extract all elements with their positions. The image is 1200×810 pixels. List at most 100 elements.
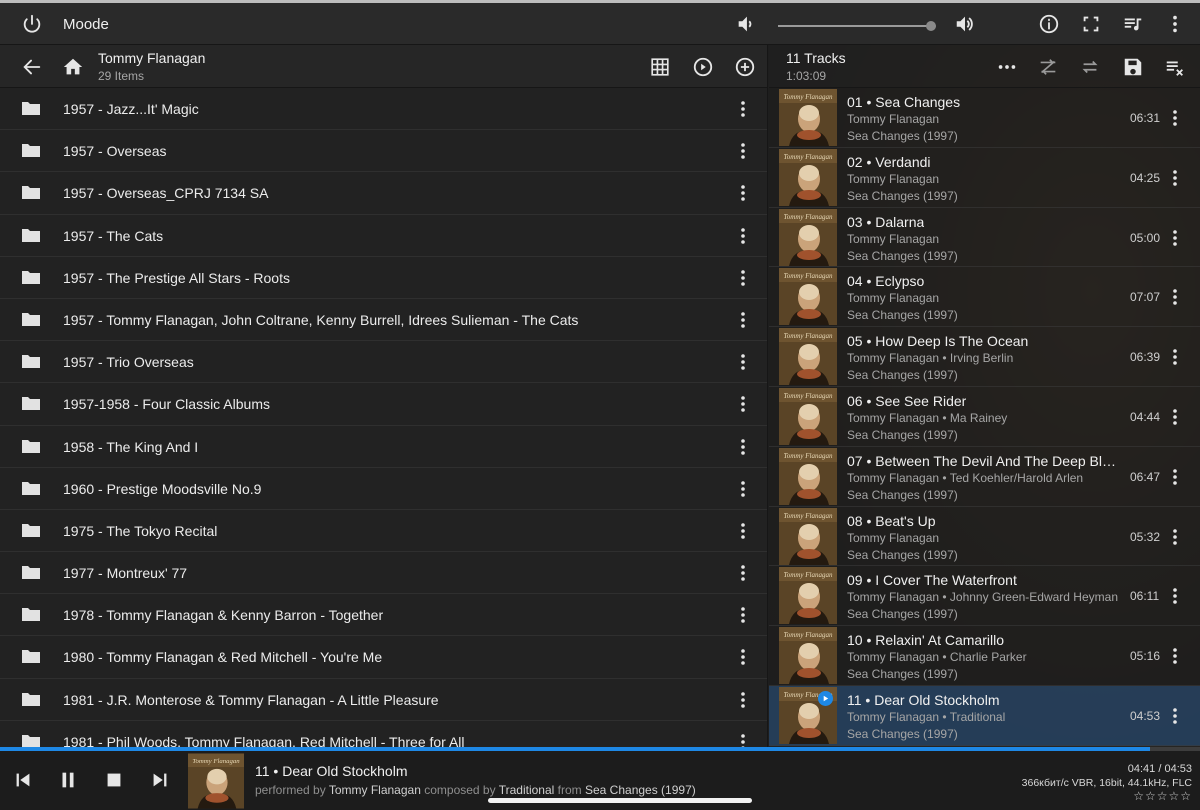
row-menu-icon[interactable] xyxy=(732,601,754,629)
queue-track-row[interactable]: Tommy Flanagan 03 • Dalarna Tommy Flanagan… xyxy=(769,207,1200,268)
queue-track-row[interactable]: Tommy Flanagan 02 • Verdandi Tommy Flanaga… xyxy=(769,147,1200,208)
track-menu-icon[interactable] xyxy=(1165,582,1185,610)
row-menu-icon[interactable] xyxy=(732,348,754,376)
save-icon[interactable] xyxy=(1118,52,1148,82)
row-menu-icon[interactable] xyxy=(732,686,754,714)
album-art-lettering: Tommy Flanagan xyxy=(784,272,833,280)
play-circle-icon[interactable] xyxy=(688,52,718,82)
folder-row[interactable]: 1957 - Tommy Flanagan, John Coltrane, Ke… xyxy=(0,299,767,342)
row-menu-icon[interactable] xyxy=(732,222,754,250)
queue-track-row[interactable]: Tommy Flanagan 01 • Sea Changes Tommy Flan… xyxy=(769,88,1200,148)
rating-stars[interactable]: ☆☆☆☆☆ xyxy=(1133,789,1192,803)
folder-row[interactable]: 1981 - J.R. Monterose & Tommy Flanagan -… xyxy=(0,679,767,721)
volume-slider[interactable] xyxy=(778,21,937,31)
folder-row[interactable]: 1975 - The Tokyo Recital xyxy=(0,510,767,553)
queue-track-row[interactable]: Tommy Flanagan 04 • Eclypso Tommy Flanagan… xyxy=(769,267,1200,328)
home-indicator[interactable] xyxy=(488,798,752,803)
now-playing-composer[interactable]: Traditional xyxy=(499,783,555,797)
folder-row[interactable]: 1957 - The Prestige All Stars - Roots xyxy=(0,257,767,299)
row-menu-icon[interactable] xyxy=(732,179,754,207)
folder-icon xyxy=(21,690,41,708)
row-menu-icon[interactable] xyxy=(732,137,754,165)
row-menu-icon[interactable] xyxy=(732,306,754,334)
row-menu-icon[interactable] xyxy=(732,95,754,123)
volume-up-icon[interactable] xyxy=(950,9,980,39)
repeat-icon[interactable] xyxy=(1075,52,1105,82)
row-menu-icon[interactable] xyxy=(732,728,754,747)
album-art-lettering: Tommy Flanagan xyxy=(784,571,833,579)
queue-track-row[interactable]: Tommy Flanagan 09 • I Cover The Waterfron… xyxy=(769,566,1200,627)
folder-icon xyxy=(21,647,41,665)
now-playing-album-art[interactable]: Tommy Flanagan xyxy=(188,753,244,809)
folder-icon xyxy=(21,352,41,370)
folder-list: 1957 - Jazz...It' Magic 1957 - Overseas 19… xyxy=(0,88,767,747)
track-title: 04 • Eclypso xyxy=(847,273,925,290)
track-menu-icon[interactable] xyxy=(1165,702,1185,730)
now-playing-title: 11 • Dear Old Stockholm xyxy=(255,763,408,779)
row-menu-icon[interactable] xyxy=(732,264,754,292)
track-artist: Tommy Flanagan xyxy=(847,291,940,306)
track-menu-icon[interactable] xyxy=(1165,343,1185,371)
folder-row[interactable]: 1960 - Prestige Moodsville No.9 xyxy=(0,468,767,510)
track-menu-icon[interactable] xyxy=(1165,642,1185,670)
folder-row[interactable]: 1978 - Tommy Flanagan & Kenny Barron - T… xyxy=(0,594,767,637)
volume-slider-knob[interactable] xyxy=(926,21,937,31)
folder-row[interactable]: 1957 - The Cats xyxy=(0,215,767,257)
track-menu-icon[interactable] xyxy=(1165,523,1185,551)
queue-track-count: 11 Tracks xyxy=(786,50,846,66)
track-menu-icon[interactable] xyxy=(1165,463,1185,491)
queue-track-row[interactable]: Tommy Flanagan 06 • See See Rider Tommy Fl… xyxy=(769,386,1200,447)
info-icon[interactable] xyxy=(1034,9,1064,39)
browser-title: Tommy Flanagan xyxy=(98,50,206,66)
album-art-lettering: Tommy Flanagan xyxy=(784,332,833,340)
composed-by-label: composed by xyxy=(424,783,496,797)
folder-row[interactable]: 1977 - Montreux' 77 xyxy=(0,552,767,595)
shuffle-icon[interactable] xyxy=(1033,52,1063,82)
more-horiz-icon[interactable] xyxy=(992,52,1022,82)
queue-track-row[interactable]: Tommy Flanagan 10 • Relaxin' At Camarillo… xyxy=(769,626,1200,686)
row-menu-icon[interactable] xyxy=(732,475,754,503)
power-icon[interactable] xyxy=(17,9,47,39)
more-vert-icon[interactable] xyxy=(1160,9,1190,39)
folder-row[interactable]: 1957 - Overseas_CPRJ 7134 SA xyxy=(0,172,767,215)
back-arrow-icon[interactable] xyxy=(17,52,47,82)
row-menu-icon[interactable] xyxy=(732,559,754,587)
pause-icon[interactable] xyxy=(53,765,83,795)
queue-track-row[interactable]: Tommy Flanagan 05 • How Deep Is The Ocean… xyxy=(769,327,1200,387)
now-playing-artist[interactable]: Tommy Flanagan xyxy=(329,783,421,797)
fullscreen-icon[interactable] xyxy=(1076,9,1106,39)
folder-row[interactable]: 1981 - Phil Woods, Tommy Flanagan, Red M… xyxy=(0,721,767,747)
track-menu-icon[interactable] xyxy=(1165,104,1185,132)
now-playing-album[interactable]: Sea Changes (1997) xyxy=(585,783,696,797)
track-album: Sea Changes (1997) xyxy=(847,487,958,502)
folder-row[interactable]: 1957 - Overseas xyxy=(0,130,767,173)
row-menu-icon[interactable] xyxy=(732,643,754,671)
queue-track-row[interactable]: Tommy Flanagan 07 • Between The Devil And… xyxy=(769,446,1200,507)
queue-track-row[interactable]: Tommy Flanagan 11 • Dear Old Stockholm Tom… xyxy=(769,685,1200,746)
track-duration: 07:07 xyxy=(1130,290,1161,305)
row-menu-icon[interactable] xyxy=(732,433,754,461)
clear-queue-icon[interactable] xyxy=(1160,52,1190,82)
folder-row[interactable]: 1957-1958 - Four Classic Albums xyxy=(0,383,767,426)
grid-view-icon[interactable] xyxy=(645,52,675,82)
queue-music-icon[interactable] xyxy=(1118,9,1148,39)
track-menu-icon[interactable] xyxy=(1165,403,1185,431)
next-icon[interactable] xyxy=(145,765,175,795)
previous-icon[interactable] xyxy=(8,765,38,795)
track-menu-icon[interactable] xyxy=(1165,164,1185,192)
queue-track-row[interactable]: Tommy Flanagan 08 • Beat's Up Tommy Flanag… xyxy=(769,506,1200,567)
folder-row[interactable]: 1957 - Jazz...It' Magic xyxy=(0,88,767,131)
folder-row[interactable]: 1957 - Trio Overseas xyxy=(0,341,767,384)
folder-row[interactable]: 1958 - The King And I xyxy=(0,426,767,468)
row-menu-icon[interactable] xyxy=(732,517,754,545)
row-menu-icon[interactable] xyxy=(732,390,754,418)
track-thumbnail: Tommy Flanagan xyxy=(779,328,837,386)
folder-icon xyxy=(21,394,41,412)
home-icon[interactable] xyxy=(58,52,88,82)
volume-down-icon[interactable] xyxy=(731,9,761,39)
add-circle-icon[interactable] xyxy=(730,52,760,82)
folder-row[interactable]: 1980 - Tommy Flanagan & Red Mitchell - Y… xyxy=(0,636,767,679)
track-menu-icon[interactable] xyxy=(1165,224,1185,252)
track-menu-icon[interactable] xyxy=(1165,283,1185,311)
stop-icon[interactable] xyxy=(99,765,129,795)
